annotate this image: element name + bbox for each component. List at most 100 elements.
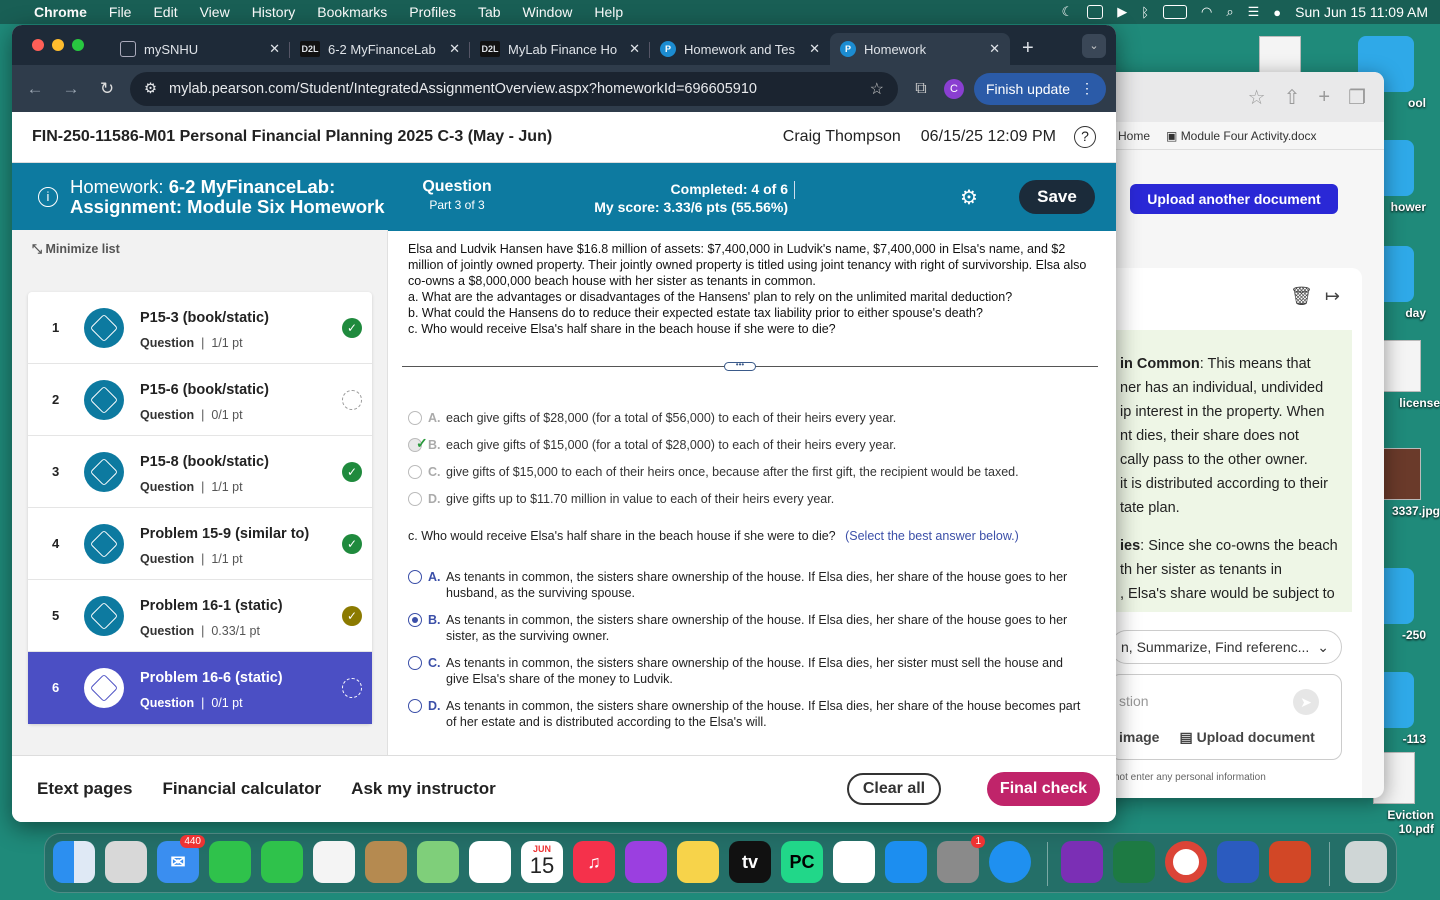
part-c-option[interactable]: D. As tenants in common, the sisters shar… [408,698,1098,730]
siri-icon[interactable]: ● [1273,5,1281,20]
music-icon[interactable]: ♫ [573,841,615,883]
final-check-button[interactable]: Final check [987,772,1100,806]
calendar-icon[interactable]: JUN 15 [521,841,563,883]
photos-icon[interactable] [313,841,355,883]
app-store-icon[interactable] [885,841,927,883]
menu-help[interactable]: Help [594,4,623,20]
maps-icon[interactable] [417,841,459,883]
profile-avatar[interactable]: C [943,78,964,99]
financial-calculator-link[interactable]: Financial calculator [162,779,321,799]
tab-home[interactable]: Home [1118,129,1150,143]
menu-history[interactable]: History [252,4,296,20]
send-icon[interactable]: ➤ [1293,689,1319,715]
image-button[interactable]: image [1119,729,1159,746]
play-icon[interactable]: ▶ [1117,4,1127,20]
tabs-icon[interactable]: ❐ [1348,85,1366,110]
appletv-icon[interactable]: tv [729,841,771,883]
part-c-option[interactable]: B. As tenants in common, the sisters shar… [408,612,1098,644]
close-tab-icon[interactable]: ✕ [989,41,1000,57]
menu-edit[interactable]: Edit [153,4,177,20]
forward-icon[interactable]: → [58,79,84,99]
podcasts-icon[interactable] [625,841,667,883]
etext-pages-link[interactable]: Etext pages [37,779,132,799]
tab-homework-and-tests[interactable]: P Homework and Tes ✕ [650,33,830,65]
minimize-window-button[interactable] [52,39,64,51]
star-icon[interactable]: ☆ [1248,85,1266,110]
word-icon[interactable] [1217,841,1259,883]
share-icon[interactable]: ⇧ [1284,85,1301,110]
bluetooth-icon[interactable]: ᛒ [1141,5,1149,20]
clear-all-button[interactable]: Clear all [847,773,941,805]
close-tab-icon[interactable]: ✕ [629,41,640,57]
mail-icon[interactable]: 440 ✉ [157,835,205,883]
new-tab-button[interactable]: + [1022,33,1034,65]
menu-window[interactable]: Window [523,4,573,20]
control-center-icon[interactable]: ☰ [1248,4,1260,20]
tab-homework[interactable]: P Homework ✕ [830,33,1010,65]
part-c-option[interactable]: C. As tenants in common, the sisters shar… [408,655,1098,687]
zoom-window-button[interactable] [72,39,84,51]
notes-icon[interactable] [677,841,719,883]
tab-myfinancelab[interactable]: D2L 6-2 MyFinanceLab ✕ [290,33,470,65]
ask-instructor-link[interactable]: Ask my instructor [351,779,496,799]
question-list-item[interactable]: 4 Problem 15-9 (similar to) Question | 1/1… [28,508,372,580]
menu-bookmarks[interactable]: Bookmarks [317,4,387,20]
question-list-item[interactable]: 6 Problem 16-6 (static) Question | 0/1 pt [28,652,372,724]
reminders-icon[interactable] [469,841,511,883]
resize-handle[interactable]: ••• [724,361,756,371]
menu-file[interactable]: File [109,4,132,20]
tab-mysnhu[interactable]: mySNHU ✕ [110,33,290,65]
site-info-icon[interactable]: ⚙ [144,81,157,97]
help-icon[interactable]: ? [1074,126,1096,148]
battery-icon[interactable] [1163,5,1188,19]
chrome-icon[interactable] [1165,841,1207,883]
question-list-item[interactable]: 2 P15-6 (book/static) Question | 0/1 pt [28,364,372,436]
moon-icon[interactable]: ☾ [1062,4,1074,20]
contacts-icon[interactable] [365,841,407,883]
save-button[interactable]: Save [1019,180,1095,214]
menu-view[interactable]: View [200,4,230,20]
close-tab-icon[interactable]: ✕ [809,41,820,57]
search-icon[interactable]: ⌕ [1226,4,1233,20]
powerpoint-icon[interactable] [1269,841,1311,883]
radio-button[interactable] [408,699,422,713]
display-icon[interactable] [1087,5,1104,19]
menu-profiles[interactable]: Profiles [409,4,456,20]
facetime-icon[interactable] [209,841,251,883]
close-tab-icon[interactable]: ✕ [449,41,460,57]
url-field[interactable]: ⚙ mylab.pearson.com/Student/IntegratedAs… [130,71,898,106]
prompt-select[interactable]: n, Summarize, Find referenc... ⌄ [1110,630,1342,664]
question-list-item[interactable]: 5 Problem 16-1 (static) Question | 0.33/1 … [28,580,372,652]
trash-icon[interactable]: 🗑 [1290,286,1313,307]
info-icon[interactable]: i [38,187,58,207]
tab-search-icon[interactable]: ⌄ [1082,34,1106,58]
menu-clock[interactable]: Sun Jun 15 11:09 AM [1295,4,1428,20]
part-c-option[interactable]: A. As tenants in common, the sisters shar… [408,569,1098,601]
news-icon[interactable] [833,841,875,883]
excel-icon[interactable] [1113,841,1155,883]
radio-button[interactable] [408,656,422,670]
tab-module-four[interactable]: ▣ Module Four Activity.docx [1166,129,1317,143]
tab-mylab-finance[interactable]: D2L MyLab Finance Ho ✕ [470,33,650,65]
onenote-icon[interactable] [1061,841,1103,883]
trash-icon[interactable] [1345,841,1387,883]
back-icon[interactable]: ← [22,79,48,99]
launchpad-icon[interactable] [105,841,147,883]
finder-icon[interactable] [53,841,95,883]
close-window-button[interactable] [32,39,44,51]
finish-update-button[interactable]: Finish update ⋮ [973,72,1106,105]
collapse-panel-icon[interactable]: ↦ [1325,286,1340,307]
safari-icon[interactable] [989,841,1031,883]
radio-button[interactable] [408,570,422,584]
messages-icon[interactable] [261,841,303,883]
upload-document-button[interactable]: ▤ Upload document [1179,729,1314,746]
reload-icon[interactable]: ↻ [94,79,120,99]
upload-another-document-button[interactable]: Upload another document [1130,184,1338,214]
wifi-icon[interactable]: ◠ [1201,4,1212,20]
menu-tab[interactable]: Tab [478,4,501,20]
question-list-item[interactable]: 3 P15-8 (book/static) Question | 1/1 pt ✓ [28,436,372,508]
minimize-list-button[interactable]: ⤡ Minimize list [32,242,120,257]
close-tab-icon[interactable]: ✕ [269,41,280,57]
question-list-item[interactable]: 1 P15-3 (book/static) Question | 1/1 pt ✓ [28,292,372,364]
system-settings-icon[interactable]: 1 [937,835,985,883]
